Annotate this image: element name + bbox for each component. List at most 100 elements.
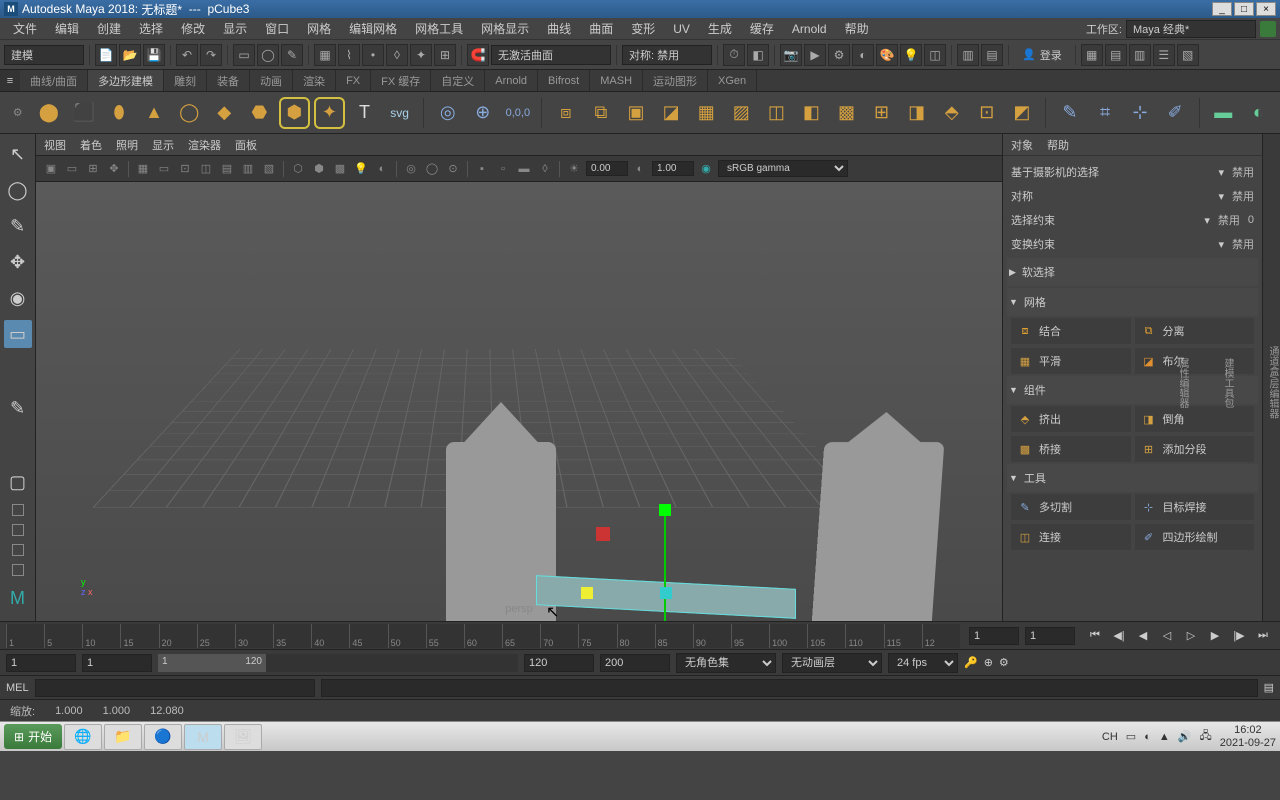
taskbar-ie-icon[interactable]: 🌐 bbox=[64, 724, 102, 750]
view-motion-blur-button[interactable]: ▫ bbox=[494, 160, 512, 178]
shelf-tab-rigging[interactable]: 装备 bbox=[207, 70, 250, 91]
current-frame-input-2[interactable] bbox=[1025, 627, 1075, 645]
lock-icon[interactable] bbox=[1260, 21, 1276, 37]
time-slider-track[interactable]: 1510152025303540455055606570758085909510… bbox=[6, 624, 960, 648]
layout-grid-d[interactable] bbox=[12, 564, 24, 576]
history-button[interactable]: ⏱ bbox=[723, 44, 745, 66]
menu-cache[interactable]: 缓存 bbox=[741, 17, 783, 40]
sculpt-button[interactable]: ▬ bbox=[1208, 97, 1239, 129]
shelf-tab-anim[interactable]: 动画 bbox=[250, 70, 293, 91]
symmetry-value[interactable]: 禁用 bbox=[1232, 188, 1254, 204]
view-lights-button[interactable]: 💡 bbox=[352, 160, 370, 178]
view-exposure-icon[interactable]: ☀ bbox=[565, 160, 583, 178]
open-scene-button[interactable]: 📂 bbox=[119, 44, 141, 66]
menu-surfaces[interactable]: 曲面 bbox=[580, 17, 622, 40]
shelf-tab-poly[interactable]: 多边形建模 bbox=[88, 70, 164, 91]
toggle-panel-b-button[interactable]: ▤ bbox=[981, 44, 1003, 66]
light-editor-button[interactable]: 💡 bbox=[900, 44, 922, 66]
mode-selector[interactable]: 建模 bbox=[4, 45, 84, 65]
view-menu-show[interactable]: 显示 bbox=[152, 137, 174, 153]
camera-selection-value[interactable]: 禁用 bbox=[1232, 164, 1254, 180]
step-back-button[interactable]: ◀ bbox=[1132, 626, 1154, 646]
menu-file[interactable]: 文件 bbox=[4, 17, 46, 40]
view-cam-select-button[interactable]: ▣ bbox=[42, 160, 60, 178]
boolean-button[interactable]: ◪布尔 bbox=[1135, 348, 1255, 374]
script-language-label[interactable]: MEL bbox=[6, 682, 29, 694]
lasso-button[interactable]: ◯ bbox=[257, 44, 279, 66]
view-gamma-input[interactable] bbox=[652, 161, 694, 176]
menu-editmesh[interactable]: 编辑网格 bbox=[340, 17, 406, 40]
menu-mesh[interactable]: 网格 bbox=[298, 17, 340, 40]
combine-button[interactable]: ⧈ bbox=[550, 97, 581, 129]
smooth-button[interactable]: ▦平滑 bbox=[1011, 348, 1131, 374]
shelf-tab-custom[interactable]: 自定义 bbox=[431, 70, 485, 91]
auto-key-button[interactable]: 🔑 bbox=[964, 656, 978, 669]
render-setup-button[interactable]: ◫ bbox=[924, 44, 946, 66]
view-exposure-input[interactable] bbox=[586, 161, 628, 176]
layout-button-2[interactable]: ▤ bbox=[1105, 44, 1127, 66]
shelf-tab-xgen[interactable]: XGen bbox=[708, 70, 757, 91]
toggle-panel-a-button[interactable]: ▥ bbox=[957, 44, 979, 66]
shelf-tab-render[interactable]: 渲染 bbox=[293, 70, 336, 91]
separate-button[interactable]: ⧉ bbox=[585, 97, 616, 129]
select-mode-button[interactable]: ▭ bbox=[233, 44, 255, 66]
taskbar-explorer-icon[interactable]: 📁 bbox=[104, 724, 142, 750]
view-wireframe-button[interactable]: ⬡ bbox=[289, 160, 307, 178]
menu-edit[interactable]: 编辑 bbox=[46, 17, 88, 40]
remesh-button[interactable]: ◫ bbox=[761, 97, 792, 129]
extrude-button[interactable]: ⬘ bbox=[936, 97, 967, 129]
scale-uniform-handle[interactable] bbox=[581, 587, 593, 599]
menu-display[interactable]: 显示 bbox=[214, 17, 256, 40]
crease-button[interactable]: ◐ bbox=[1243, 97, 1274, 129]
bridge-button[interactable]: ▩ bbox=[831, 97, 862, 129]
live-surface-button[interactable]: 🧲 bbox=[467, 44, 489, 66]
playback-start-input[interactable] bbox=[82, 654, 152, 672]
tray-volume-icon[interactable]: 🔊 bbox=[1178, 730, 1192, 743]
range-slider-track[interactable]: 1 120 bbox=[158, 654, 518, 672]
shelf-tab-arnold[interactable]: Arnold bbox=[485, 70, 538, 91]
snap-point-button[interactable]: • bbox=[362, 44, 384, 66]
play-backward-button[interactable]: ◁ bbox=[1156, 626, 1178, 646]
shelf-toggle-button[interactable]: ≡ bbox=[0, 70, 20, 91]
shelf-tab-fx[interactable]: FX bbox=[336, 70, 371, 91]
select-constraint-value[interactable]: 禁用 bbox=[1218, 212, 1240, 228]
view-grid-button[interactable]: ▦ bbox=[134, 160, 152, 178]
tray-icon-1[interactable]: ▭ bbox=[1126, 730, 1136, 743]
rotate-tool[interactable]: ◉ bbox=[4, 284, 32, 312]
extrude-button[interactable]: ⬘挤出 bbox=[1011, 406, 1131, 432]
menu-deform[interactable]: 变形 bbox=[622, 17, 664, 40]
character-set-selector[interactable]: 无角色集 bbox=[676, 653, 776, 673]
cv-button[interactable]: 0,0,0 bbox=[502, 97, 533, 129]
mirror-button[interactable]: ◧ bbox=[796, 97, 827, 129]
multicut-button[interactable]: ✎ bbox=[1054, 97, 1085, 129]
render-settings-button[interactable]: ⚙ bbox=[828, 44, 850, 66]
target-weld-button[interactable]: ◩ bbox=[1006, 97, 1037, 129]
playback-end-input[interactable] bbox=[524, 654, 594, 672]
range-slider-handle[interactable]: 1 120 bbox=[158, 654, 266, 672]
anim-layer-selector[interactable]: 无动画层 bbox=[782, 653, 882, 673]
multicut-tool-button[interactable]: ✎多切割 bbox=[1011, 494, 1131, 520]
scale-plane-xz[interactable] bbox=[596, 527, 610, 541]
extract-button[interactable]: ▣ bbox=[621, 97, 652, 129]
lasso-tool[interactable]: ◯ bbox=[4, 176, 32, 204]
poly-cube-button[interactable]: ⬛ bbox=[68, 97, 99, 129]
shelf-tab-sculpt[interactable]: 雕刻 bbox=[164, 70, 207, 91]
smooth-button[interactable]: ▦ bbox=[691, 97, 722, 129]
layout-button-5[interactable]: ▧ bbox=[1177, 44, 1199, 66]
move-tool[interactable]: ✥ bbox=[4, 248, 32, 276]
view-xray-button[interactable]: ◯ bbox=[423, 160, 441, 178]
script-editor-button[interactable]: ▤ bbox=[1264, 681, 1274, 694]
poly-platonic-button[interactable]: ⬢ bbox=[279, 97, 310, 129]
menu-select[interactable]: 选择 bbox=[130, 17, 172, 40]
rp-tab-help[interactable]: 帮助 bbox=[1047, 137, 1069, 153]
quad-draw-tool-button[interactable]: ✐四边形绘制 bbox=[1135, 524, 1255, 550]
menu-modify[interactable]: 修改 bbox=[172, 17, 214, 40]
view-textured-button[interactable]: ▩ bbox=[331, 160, 349, 178]
shelf-options-button[interactable]: ⚙ bbox=[6, 106, 29, 119]
layout-single[interactable]: ▢ bbox=[4, 468, 32, 496]
view-safe-title-button[interactable]: ▧ bbox=[260, 160, 278, 178]
poly-superellipse-button[interactable]: ✦ bbox=[314, 97, 345, 129]
select-tool[interactable]: ↖ bbox=[4, 140, 32, 168]
bevel-button[interactable]: ◨倒角 bbox=[1135, 406, 1255, 432]
tools-section-header[interactable]: ▼工具 bbox=[1007, 464, 1258, 492]
